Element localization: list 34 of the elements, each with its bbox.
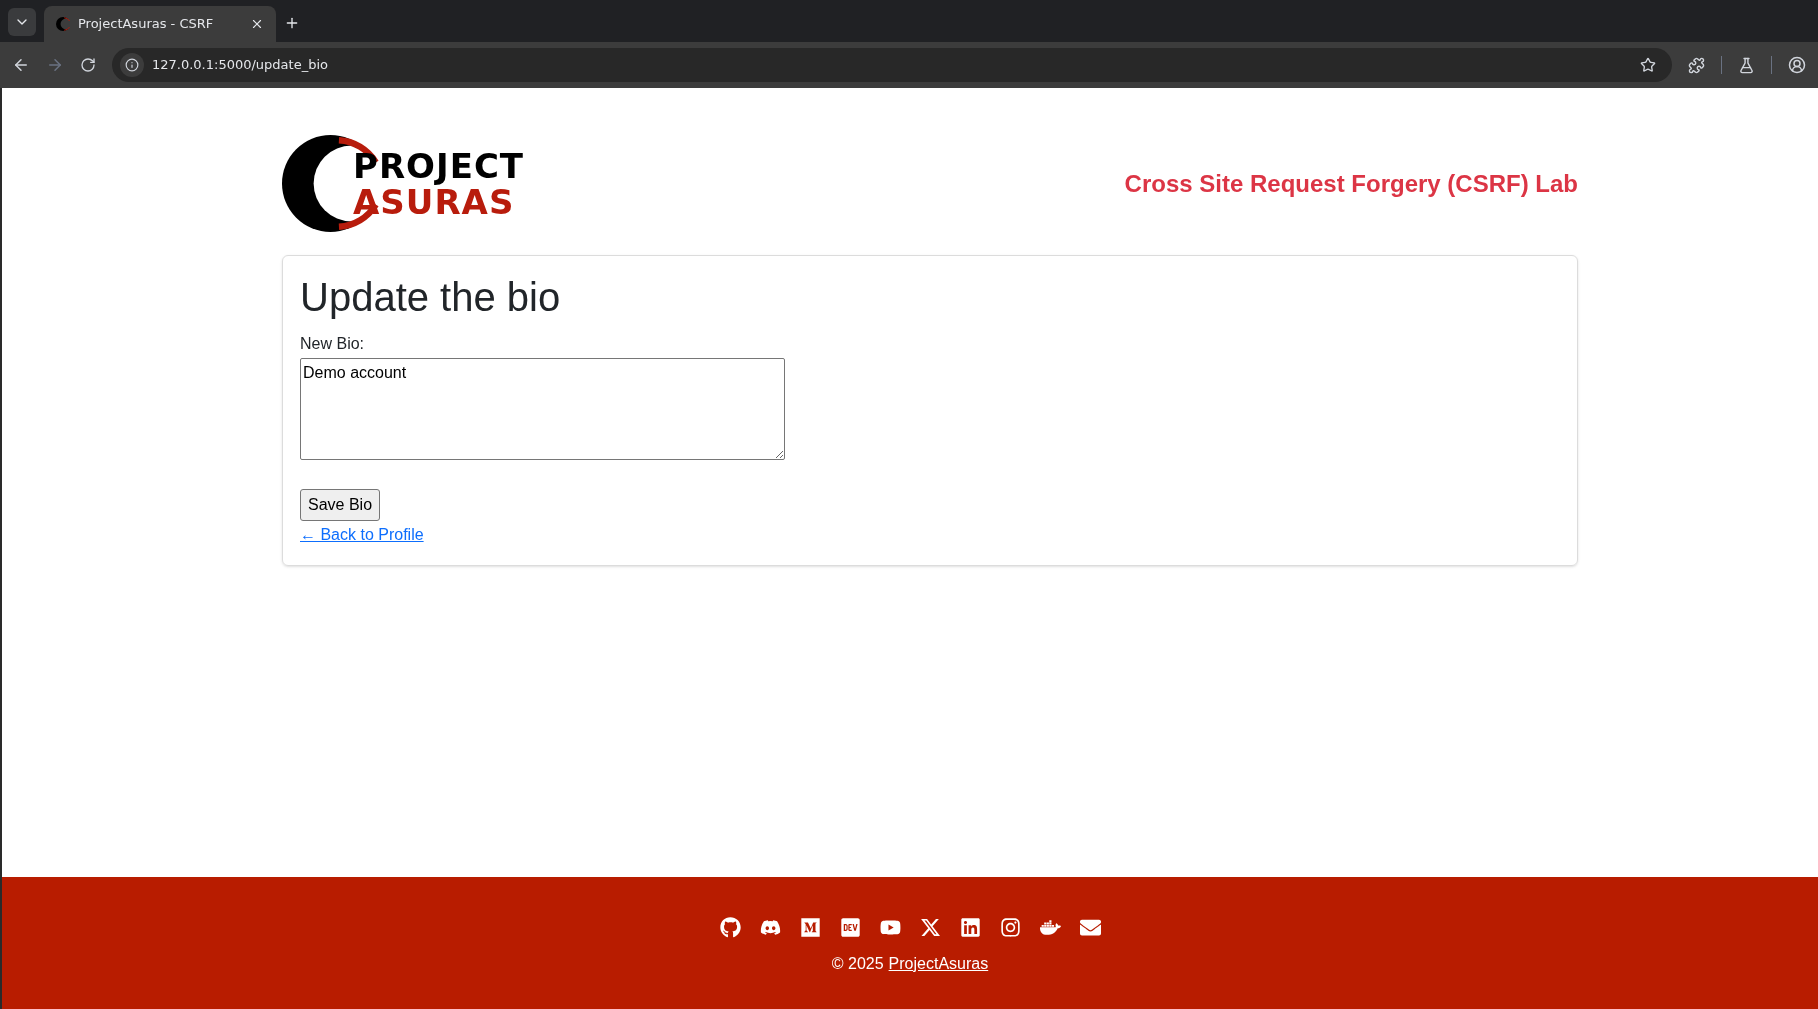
tab-favicon-icon	[56, 17, 70, 31]
tab-title: ProjectAsuras - CSRF	[78, 15, 215, 34]
whale-icon[interactable]	[1039, 917, 1061, 938]
bio-textarea[interactable]: Demo account	[300, 358, 785, 460]
page-heading: Update the bio	[300, 274, 561, 321]
close-icon[interactable]	[250, 17, 264, 31]
url-text: 127.0.0.1:5000/update_bio	[152, 56, 329, 75]
new-tab-icon[interactable]	[284, 15, 300, 31]
medium-icon[interactable]	[799, 917, 821, 938]
browser-tab[interactable]: ProjectAsuras - CSRF	[44, 6, 276, 42]
dev-icon[interactable]	[839, 917, 861, 938]
linkedin-icon[interactable]	[959, 917, 981, 938]
envelope-icon[interactable]	[1079, 917, 1101, 938]
reload-icon[interactable]	[80, 57, 96, 73]
github-icon[interactable]	[719, 917, 741, 938]
logo-text: PROJECT	[353, 148, 525, 183]
x-icon[interactable]	[919, 917, 941, 938]
lab-title: Cross Site Request Forgery (CSRF) Lab	[1124, 168, 1578, 199]
instagram-icon[interactable]	[999, 917, 1021, 938]
flask-icon[interactable]	[1738, 56, 1755, 74]
bookmark-star-icon[interactable]	[1640, 57, 1656, 73]
site-info-icon[interactable]	[120, 53, 144, 77]
profile-icon[interactable]	[1788, 56, 1806, 74]
project-link[interactable]: ProjectAsuras	[888, 952, 989, 976]
save-bio-button[interactable]: Save Bio	[300, 489, 381, 521]
address-bar[interactable]: 127.0.0.1:5000/update_bio	[112, 48, 1672, 82]
discord-icon[interactable]	[759, 917, 781, 938]
extensions-icon[interactable]	[1688, 56, 1705, 74]
back-icon[interactable]	[12, 56, 30, 74]
copyright-text: © 2025	[831, 954, 884, 974]
field-label: New Bio:	[300, 334, 365, 354]
tab-list-button[interactable]	[8, 8, 36, 36]
logo-text: ASURAS	[353, 184, 515, 219]
back-to-profile-link[interactable]: ← Back to Profile	[300, 523, 424, 547]
